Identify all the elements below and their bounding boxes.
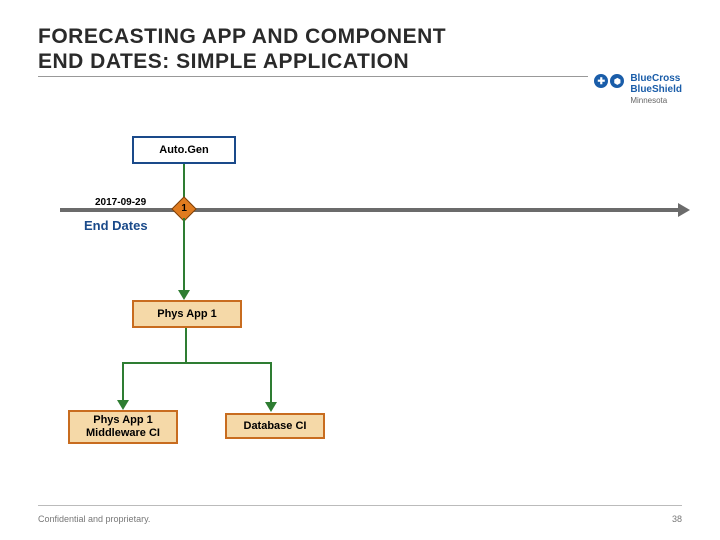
connector-horizontal-split [122, 362, 272, 364]
brand-logo-marks: ✚ ⬢ [594, 74, 624, 88]
title-line-1: FORECASTING APP AND COMPONENT [38, 25, 446, 48]
timeline-marker-number: 1 [181, 203, 187, 214]
brand-line-2: BlueShield [630, 85, 682, 96]
box-physapp: Phys App 1 [132, 300, 242, 328]
box-database: Database CI [225, 413, 325, 439]
title-underline [38, 76, 682, 77]
box-autogen-label: Auto.Gen [159, 144, 209, 157]
page-number: 38 [672, 514, 682, 524]
timeline-date: 2017-09-29 [95, 197, 146, 208]
footer-confidential: Confidential and proprietary. [38, 514, 150, 524]
box-physapp-label: Phys App 1 [157, 308, 217, 321]
connector-marker-to-physapp [183, 218, 185, 292]
box-middleware: Phys App 1 Middleware CI [68, 410, 178, 444]
slide-title: FORECASTING APP AND COMPONENT END DATES:… [38, 24, 446, 74]
box-database-label: Database CI [244, 420, 307, 433]
title-line-2: END DATES: SIMPLE APPLICATION [38, 50, 409, 73]
connector-physapp-down [185, 328, 187, 362]
diagram-stage: Auto.Gen 2017-09-29 1 End Dates Phys App… [0, 100, 720, 480]
timeline-arrow [60, 208, 680, 212]
arrowhead-to-physapp [178, 290, 190, 300]
end-dates-label: End Dates [84, 218, 148, 233]
connector-autogen-to-marker [183, 164, 185, 200]
arrowhead-to-middleware [117, 400, 129, 410]
box-middleware-label: Phys App 1 Middleware CI [86, 414, 160, 439]
blue-shield-icon: ⬢ [610, 74, 624, 88]
brand-line-1: BlueCross [630, 74, 682, 85]
connector-to-middleware [122, 362, 124, 402]
blue-cross-icon: ✚ [594, 74, 608, 88]
footer-rule [38, 505, 682, 506]
box-autogen: Auto.Gen [132, 136, 236, 164]
arrowhead-to-database [265, 402, 277, 412]
connector-to-database [270, 362, 272, 404]
